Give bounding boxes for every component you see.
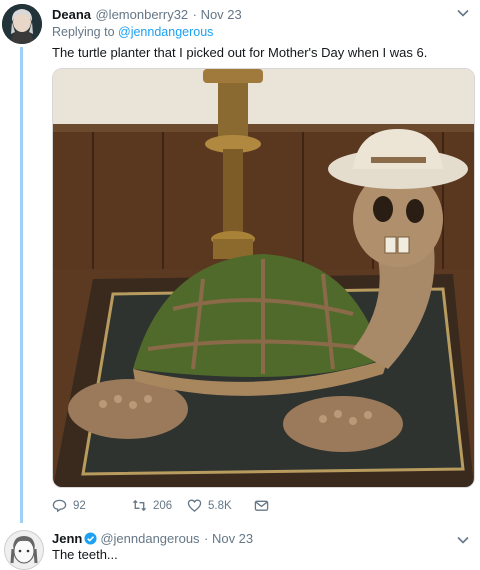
reply-icon xyxy=(52,499,67,513)
heart-icon xyxy=(187,499,202,512)
reply-count: 92 xyxy=(73,499,86,512)
direct-message-button[interactable] xyxy=(254,498,269,513)
tweet-text: The turtle planter that I picked out for… xyxy=(52,45,428,60)
reply-button[interactable]: 92 xyxy=(52,498,86,513)
verified-badge-icon xyxy=(84,532,97,545)
like-button[interactable]: 5.8K xyxy=(187,498,232,513)
chevron-down-icon[interactable] xyxy=(456,533,470,547)
tweet-text: The teeth... xyxy=(52,547,118,562)
retweet-count: 206 xyxy=(153,499,173,512)
replying-to-mention[interactable]: @jenndangerous xyxy=(118,25,213,39)
tweet-date[interactable]: · Nov 23 xyxy=(193,7,242,22)
envelope-icon xyxy=(254,500,269,511)
retweet-icon xyxy=(132,499,147,512)
avatar-image xyxy=(5,531,43,569)
user-handle[interactable]: @jenndangerous xyxy=(100,531,199,546)
turtle-planter-photo xyxy=(53,69,474,487)
user-handle[interactable]: @lemonberry32 xyxy=(95,7,188,22)
display-name[interactable]: Jenn xyxy=(52,531,82,546)
avatar[interactable] xyxy=(2,4,42,44)
tweet-date[interactable]: · Nov 23 xyxy=(204,531,253,546)
like-count: 5.8K xyxy=(208,499,232,512)
thread-connector-line xyxy=(20,47,23,523)
avatar-image xyxy=(2,4,42,44)
display-name[interactable]: Deana xyxy=(52,7,91,22)
tweet1-header: Deana @lemonberry32 · Nov 23 xyxy=(52,6,242,24)
replying-to-label: Replying to xyxy=(52,25,119,39)
replying-to: Replying to @jenndangerous xyxy=(52,25,213,39)
tweet2-header: Jenn @jenndangerous · Nov 23 xyxy=(52,530,253,548)
chevron-down-icon[interactable] xyxy=(456,6,470,20)
tweet-photo[interactable] xyxy=(52,68,475,488)
avatar[interactable] xyxy=(4,530,44,570)
retweet-button[interactable]: 206 xyxy=(132,498,172,513)
